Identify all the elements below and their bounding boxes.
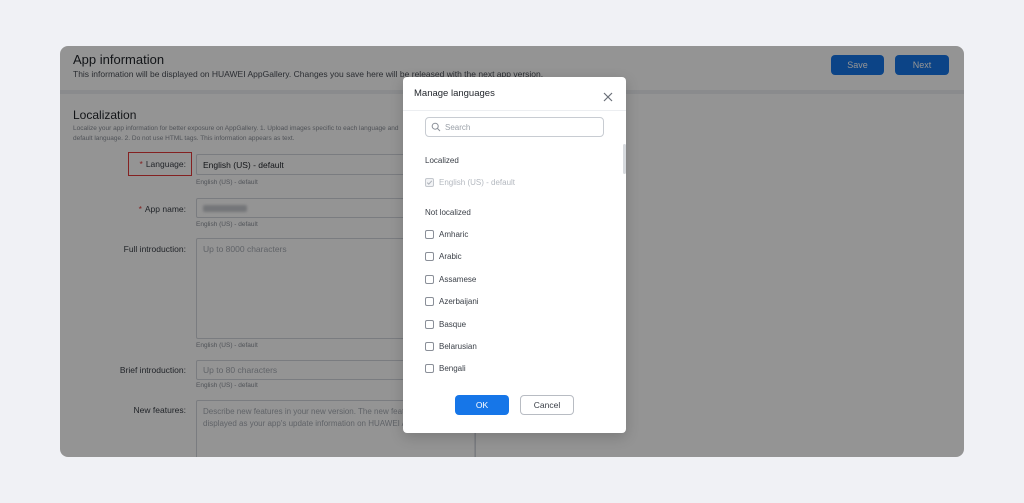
- not-localized-section-label: Not localized: [425, 208, 471, 217]
- dialog-divider: [403, 110, 626, 111]
- checkbox-icon[interactable]: [425, 252, 434, 261]
- dialog-scrollbar[interactable]: [623, 144, 626, 174]
- language-option-azerbaijani[interactable]: Azerbaijani: [425, 297, 479, 306]
- ok-button[interactable]: OK: [455, 395, 509, 415]
- dialog-title: Manage languages: [414, 88, 495, 99]
- language-option-label: Bengali: [439, 364, 466, 373]
- language-option-belarusian[interactable]: Belarusian: [425, 342, 477, 351]
- language-option-basque[interactable]: Basque: [425, 320, 466, 329]
- cancel-button[interactable]: Cancel: [520, 395, 574, 415]
- checkbox-checked-icon: [425, 178, 434, 187]
- language-option-label: Azerbaijani: [439, 297, 479, 306]
- checkbox-icon[interactable]: [425, 364, 434, 373]
- language-option-label: Belarusian: [439, 342, 477, 351]
- search-icon: [431, 122, 441, 132]
- language-option-english-us: English (US) - default: [425, 178, 515, 187]
- checkbox-icon[interactable]: [425, 297, 434, 306]
- checkbox-icon[interactable]: [425, 320, 434, 329]
- language-option-assamese[interactable]: Assamese: [425, 275, 476, 284]
- language-option-label: English (US) - default: [439, 178, 516, 187]
- language-option-label: Basque: [439, 320, 467, 329]
- manage-languages-dialog: Manage languages Localized English (US) …: [403, 77, 626, 433]
- localized-section-label: Localized: [425, 156, 459, 165]
- language-option-label: Assamese: [439, 275, 477, 284]
- language-search-box[interactable]: [425, 117, 604, 137]
- close-icon[interactable]: [602, 91, 614, 103]
- checkbox-icon[interactable]: [425, 342, 434, 351]
- language-option-bengali[interactable]: Bengali: [425, 364, 466, 373]
- language-search-input[interactable]: [445, 122, 595, 132]
- checkbox-icon[interactable]: [425, 275, 434, 284]
- language-option-amharic[interactable]: Amharic: [425, 230, 468, 239]
- language-option-label: Amharic: [439, 230, 469, 239]
- language-option-label: Arabic: [439, 252, 462, 261]
- language-option-arabic[interactable]: Arabic: [425, 252, 462, 261]
- checkbox-icon[interactable]: [425, 230, 434, 239]
